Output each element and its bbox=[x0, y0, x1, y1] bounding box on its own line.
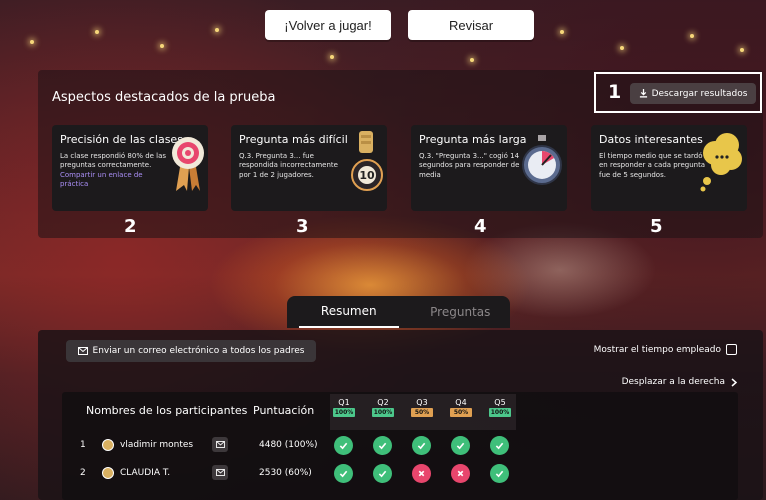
question-column-q5[interactable]: Q5 100% bbox=[489, 398, 511, 417]
card-hardest-question: Pregunta más difícil Q.3. Pregunta 3... … bbox=[231, 125, 387, 211]
question-column-q1[interactable]: Q1 100% bbox=[333, 398, 355, 417]
show-time-label: Mostrar el tiempo empleado bbox=[593, 344, 721, 355]
highlights-title: Aspectos destacados de la prueba bbox=[52, 90, 276, 105]
hand-ball-10-icon: 10 bbox=[351, 131, 383, 191]
play-again-button[interactable]: ¡Volver a jugar! bbox=[265, 10, 391, 40]
email-participant-button[interactable] bbox=[212, 465, 228, 480]
card-class-accuracy: Precisión de las clases La clase respond… bbox=[52, 125, 208, 211]
answer-wrong-icon[interactable] bbox=[451, 464, 470, 483]
download-icon bbox=[639, 89, 647, 98]
card-longest-question: Pregunta más larga Q.3. "Pregunta 3..." … bbox=[411, 125, 567, 211]
card-description: El tiempo medio que se tardó en responde… bbox=[599, 152, 706, 179]
tab-summary[interactable]: Resumen bbox=[299, 296, 399, 328]
answer-correct-icon[interactable] bbox=[373, 436, 392, 455]
results-panel: Enviar un correo electrónico a todos los… bbox=[38, 330, 763, 500]
annotation-number-2: 2 bbox=[124, 216, 137, 237]
annotation-number-3: 3 bbox=[296, 216, 309, 237]
answer-correct-icon[interactable] bbox=[451, 436, 470, 455]
email-parents-label: Enviar un correo electrónico a todos los… bbox=[92, 346, 305, 356]
scroll-right-link[interactable]: Desplazar a la derecha bbox=[622, 377, 737, 387]
mail-icon bbox=[215, 469, 225, 476]
answer-correct-icon[interactable] bbox=[334, 436, 353, 455]
question-column-q4[interactable]: Q4 50% bbox=[450, 398, 472, 417]
download-highlight-box: 1 Descargar resultados bbox=[594, 72, 762, 113]
mail-icon bbox=[77, 347, 88, 355]
annotation-number-5: 5 bbox=[650, 216, 663, 237]
chevron-right-icon bbox=[731, 377, 737, 387]
quiz-highlights-panel: Aspectos destacados de la prueba 1 Desca… bbox=[38, 70, 763, 238]
card-description: La clase respondió 80% de las preguntas … bbox=[60, 152, 167, 170]
share-practice-link[interactable]: Compartir un enlace de práctica bbox=[60, 171, 170, 190]
participant-score: 4480 (100%) bbox=[259, 440, 318, 450]
answer-correct-icon[interactable] bbox=[373, 464, 392, 483]
question-label: Q2 bbox=[377, 398, 389, 407]
table-row[interactable]: 1 vladimir montes 4480 (100%) bbox=[62, 436, 738, 456]
question-label: Q4 bbox=[455, 398, 467, 407]
question-column-q3[interactable]: Q3 50% bbox=[411, 398, 433, 417]
download-results-label: Descargar resultados bbox=[651, 88, 748, 99]
participant-name[interactable]: CLAUDIA T. bbox=[120, 468, 170, 478]
avatar bbox=[102, 467, 114, 479]
question-label: Q1 bbox=[338, 398, 350, 407]
review-button[interactable]: Revisar bbox=[408, 10, 534, 40]
question-accuracy-badge: 100% bbox=[372, 408, 394, 417]
email-parents-button[interactable]: Enviar un correo electrónico a todos los… bbox=[66, 340, 316, 362]
email-participant-button[interactable] bbox=[212, 437, 228, 452]
participant-score: 2530 (60%) bbox=[259, 468, 312, 478]
answer-correct-icon[interactable] bbox=[334, 464, 353, 483]
table-row[interactable]: 2 CLAUDIA T. 2530 (60%) bbox=[62, 464, 738, 484]
participant-rank: 2 bbox=[80, 468, 86, 478]
question-label: Q3 bbox=[416, 398, 428, 407]
answer-correct-icon[interactable] bbox=[412, 436, 431, 455]
participant-rank: 1 bbox=[80, 440, 86, 450]
show-time-toggle[interactable]: Mostrar el tiempo empleado bbox=[594, 344, 737, 355]
scroll-right-label: Desplazar a la derecha bbox=[621, 377, 725, 387]
card-interesting-facts: Datos interesantes El tiempo medio que s… bbox=[591, 125, 747, 211]
card-description: Q.3. "Pregunta 3..." cogió 14 segundos p… bbox=[419, 152, 520, 179]
results-tabs: Resumen Preguntas bbox=[287, 296, 510, 328]
download-results-button[interactable]: Descargar resultados bbox=[630, 83, 756, 104]
card-description: Q.3. Pregunta 3... fue respondida incorr… bbox=[239, 152, 338, 179]
answer-correct-icon[interactable] bbox=[490, 464, 509, 483]
column-header-score: Puntuación bbox=[253, 404, 315, 417]
answer-wrong-icon[interactable] bbox=[412, 464, 431, 483]
show-time-checkbox[interactable] bbox=[726, 344, 737, 355]
question-label: Q5 bbox=[494, 398, 506, 407]
stopwatch-icon bbox=[522, 135, 562, 185]
mail-icon bbox=[215, 441, 225, 448]
svg-text:10: 10 bbox=[359, 169, 375, 182]
avatar bbox=[102, 439, 114, 451]
participant-name[interactable]: vladimir montes bbox=[120, 440, 193, 450]
thought-bubble-icon bbox=[700, 133, 742, 192]
annotation-number-4: 4 bbox=[474, 216, 487, 237]
answer-correct-icon[interactable] bbox=[490, 436, 509, 455]
target-medal-icon bbox=[172, 137, 204, 191]
question-accuracy-badge: 50% bbox=[450, 408, 472, 417]
question-column-q2[interactable]: Q2 100% bbox=[372, 398, 394, 417]
column-header-name: Nombres de los participantes bbox=[86, 404, 248, 417]
question-accuracy-badge: 50% bbox=[411, 408, 433, 417]
question-accuracy-badge: 100% bbox=[333, 408, 355, 417]
participants-table: Nombres de los participantes Puntuación … bbox=[62, 392, 738, 500]
tab-questions[interactable]: Preguntas bbox=[411, 296, 511, 328]
annotation-number-1: 1 bbox=[608, 81, 622, 103]
question-accuracy-badge: 100% bbox=[489, 408, 511, 417]
